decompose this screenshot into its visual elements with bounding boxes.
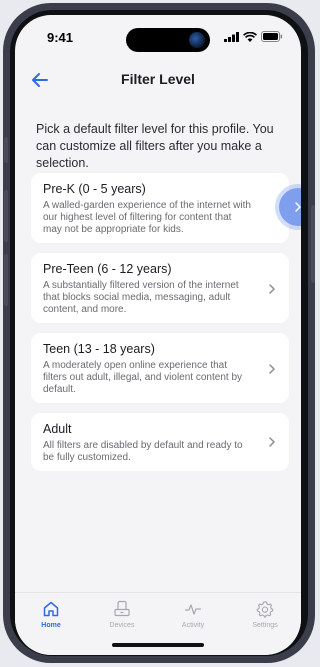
devices-icon bbox=[114, 600, 130, 617]
tab-settings[interactable]: Settings bbox=[237, 599, 293, 629]
option-title: Adult bbox=[43, 422, 72, 436]
camera-icon bbox=[189, 32, 205, 48]
power-button bbox=[311, 205, 315, 283]
tab-label: Home bbox=[41, 622, 61, 629]
option-description: A substantially filtered version of the … bbox=[43, 280, 239, 315]
home-icon bbox=[43, 601, 59, 617]
tab-bar: Home Devices Activity Settings bbox=[15, 592, 301, 655]
status-time: 9:41 bbox=[47, 30, 74, 45]
silent-switch bbox=[4, 137, 8, 163]
tab-devices[interactable]: Devices bbox=[94, 599, 150, 629]
settings-gear-icon bbox=[256, 601, 274, 618]
chevron-right-icon bbox=[269, 364, 275, 374]
phone-screen: 9:41 Filter Level Pick a default filter … bbox=[15, 15, 301, 655]
filter-option-adult[interactable]: Adult All filters are disabled by defaul… bbox=[31, 413, 289, 471]
tab-label: Settings bbox=[252, 622, 278, 629]
navigation-bar: Filter Level bbox=[15, 65, 301, 95]
tab-label: Activity bbox=[181, 622, 205, 629]
chevron-right-icon bbox=[269, 437, 275, 447]
chevron-right-icon bbox=[295, 202, 301, 212]
option-title: Teen (13 - 18 years) bbox=[43, 342, 155, 356]
home-indicator bbox=[112, 643, 204, 647]
tab-activity[interactable]: Activity bbox=[165, 599, 221, 629]
option-description: A moderately open online experience that… bbox=[43, 360, 243, 395]
option-title: Pre-K (0 - 5 years) bbox=[43, 182, 146, 196]
volume-up-button bbox=[4, 190, 8, 242]
filter-option-pre-k[interactable]: Pre-K (0 - 5 years) A walled-garden expe… bbox=[31, 173, 301, 243]
activity-icon bbox=[184, 604, 202, 615]
filter-option-teen[interactable]: Teen (13 - 18 years) A moderately open o… bbox=[31, 333, 289, 403]
tap-highlight bbox=[279, 188, 301, 226]
wifi-icon bbox=[243, 31, 257, 42]
status-icons bbox=[224, 31, 283, 42]
battery-icon bbox=[261, 31, 283, 42]
intro-text: Pick a default filter level for this pro… bbox=[36, 122, 274, 170]
status-bar: 9:41 bbox=[15, 15, 301, 55]
signal-icon bbox=[224, 31, 239, 42]
page-title: Filter Level bbox=[121, 71, 195, 87]
volume-down-button bbox=[4, 254, 8, 306]
chevron-right-icon bbox=[269, 284, 275, 294]
tab-label: Devices bbox=[109, 622, 135, 629]
filter-option-pre-teen[interactable]: Pre-Teen (6 - 12 years) A substantially … bbox=[31, 253, 289, 323]
option-description: All filters are disabled by default and … bbox=[43, 440, 243, 463]
tab-home[interactable]: Home bbox=[23, 599, 79, 629]
option-description: A walled-garden experience of the intern… bbox=[43, 200, 251, 235]
dynamic-island bbox=[126, 28, 210, 52]
option-title: Pre-Teen (6 - 12 years) bbox=[43, 262, 172, 276]
